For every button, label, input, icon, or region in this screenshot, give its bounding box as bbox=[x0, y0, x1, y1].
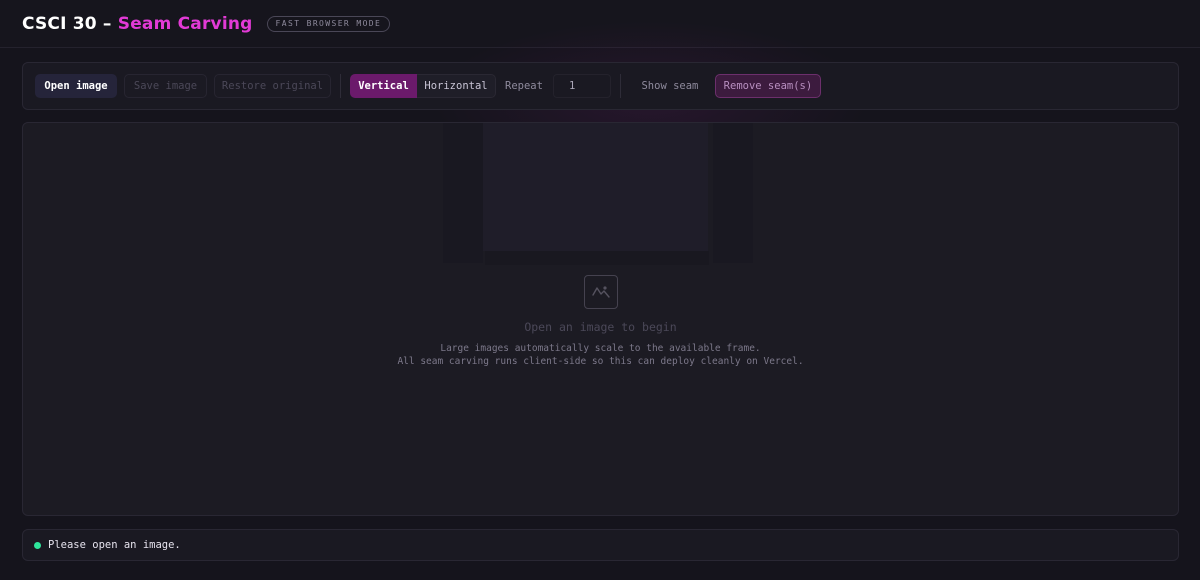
placeholder-shape bbox=[713, 123, 753, 263]
toolbar-divider bbox=[340, 74, 341, 98]
placeholder-shape bbox=[483, 123, 708, 251]
direction-toggle: Vertical Horizontal bbox=[350, 74, 496, 98]
open-image-button[interactable]: Open image bbox=[35, 74, 117, 98]
empty-state-title: Open an image to begin bbox=[524, 320, 677, 334]
empty-state-line: Large images automatically scale to the … bbox=[440, 343, 761, 354]
repeat-label: Repeat bbox=[505, 80, 543, 92]
show-seam-button[interactable]: Show seam bbox=[630, 74, 710, 98]
restore-original-button[interactable]: Restore original bbox=[214, 74, 331, 98]
save-image-button[interactable]: Save image bbox=[124, 74, 207, 98]
vertical-toggle-button[interactable]: Vertical bbox=[350, 74, 417, 98]
horizontal-toggle-button[interactable]: Horizontal bbox=[417, 74, 496, 98]
empty-state-line: All seam carving runs client-side so thi… bbox=[397, 356, 804, 367]
app-title-accent: Seam Carving bbox=[117, 13, 253, 34]
status-text: Please open an image. bbox=[48, 539, 181, 551]
image-icon bbox=[584, 275, 618, 309]
toolbar-divider bbox=[619, 74, 621, 98]
image-canvas[interactable]: Open an image to begin Large images auto… bbox=[22, 122, 1179, 516]
status-dot bbox=[34, 541, 41, 549]
placeholder-shape bbox=[485, 251, 709, 265]
app-title-prefix: CSCI 30 – bbox=[22, 13, 118, 34]
remove-seams-button[interactable]: Remove seam(s) bbox=[714, 74, 821, 98]
app-header: CSCI 30 – Seam Carving FAST BROWSER MODE bbox=[0, 0, 1200, 48]
toolbar: Open image Save image Restore original V… bbox=[22, 62, 1179, 110]
status-bar: Please open an image. bbox=[22, 529, 1179, 561]
app-title: CSCI 30 – Seam Carving bbox=[22, 14, 253, 34]
mode-badge: FAST BROWSER MODE bbox=[266, 15, 391, 32]
placeholder-shape bbox=[443, 123, 483, 263]
repeat-input[interactable] bbox=[552, 74, 611, 98]
